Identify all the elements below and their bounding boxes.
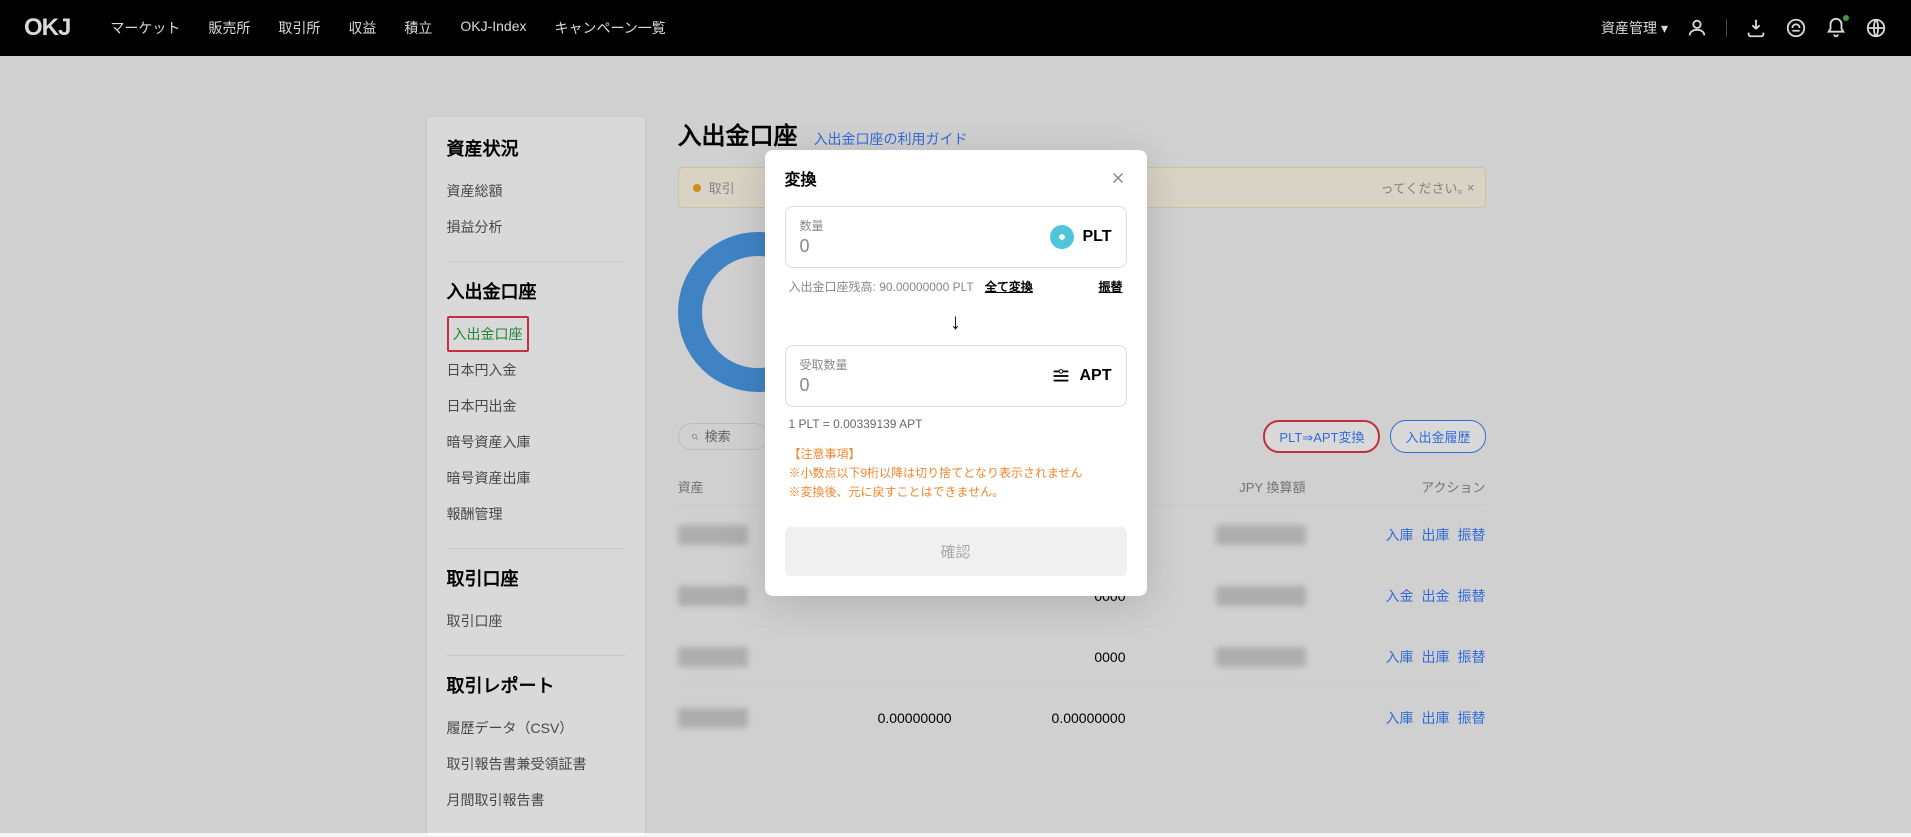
close-icon[interactable]: [1109, 169, 1127, 187]
qty-value: 0: [800, 236, 1051, 257]
qty-label: 数量: [800, 217, 1051, 234]
exchange-rate: 1 PLT = 0.00339139 APT: [789, 417, 1123, 431]
transfer-link[interactable]: 振替: [1098, 278, 1122, 295]
from-amount-field[interactable]: 数量 0 PLT: [785, 206, 1127, 268]
convert-modal: 変換 数量 0 PLT 入出金口座残高: 90.00000000 PLT 全て変…: [765, 150, 1147, 596]
from-coin-label: PLT: [1082, 228, 1111, 246]
to-coin-badge: APT: [1050, 365, 1112, 387]
recv-value: 0: [800, 375, 1050, 396]
convert-all-link[interactable]: 全て変換: [985, 280, 1033, 294]
arrow-down-icon: ↓: [785, 295, 1127, 345]
warning-block: 【注意事項】 ※小数点以下9桁以降は切り捨てとなり表示されません ※変換後、元に…: [789, 445, 1123, 503]
confirm-button[interactable]: 確認: [785, 527, 1127, 576]
balance-label: 入出金口座残高:: [789, 280, 876, 294]
to-coin-label: APT: [1080, 367, 1112, 385]
warn-line1: ※小数点以下9桁以降は切り捨てとなり表示されません: [789, 464, 1123, 483]
plt-coin-icon: [1050, 225, 1074, 249]
balance-value: 90.00000000 PLT: [879, 280, 973, 294]
to-amount-field: 受取数量 0 APT: [785, 345, 1127, 407]
apt-coin-icon: [1050, 365, 1072, 387]
warn-line2: ※変換後、元に戻すことはできません。: [789, 483, 1123, 502]
modal-title: 変換: [785, 166, 817, 190]
warn-title: 【注意事項】: [789, 445, 1123, 464]
recv-label: 受取数量: [800, 356, 1050, 373]
from-coin-badge: PLT: [1050, 225, 1111, 249]
